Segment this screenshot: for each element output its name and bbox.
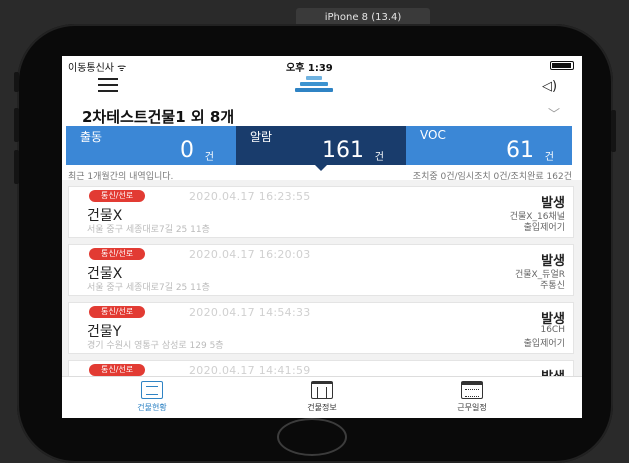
summary-voc[interactable]: VOC 61 건 [406,126,572,165]
event-type-badge: 통신/선로 [89,190,146,202]
building-icon [311,381,333,399]
event-type-badge: 통신/선로 [89,306,146,318]
summary-bar: 출동 0 건 알람 161 건 VOC 61 건 [66,126,572,171]
summary-alarm-value: 161 [322,138,364,163]
event-address: 서울 중구 세종대로7길 25 11층 [87,225,210,235]
event-card[interactable]: 통신/선로 2020.04.17 16:23:55 건물X 서울 중구 세종대로… [68,186,574,238]
event-detail: 주통신 [540,281,565,291]
tab-label: 건물현황 [137,403,167,412]
battery-icon [550,61,574,70]
event-type-badge: 통신/선로 [89,248,146,260]
home-button[interactable] [277,418,347,456]
event-state: 발생 [541,366,565,376]
tab-building-info[interactable]: 건물정보 [262,377,382,418]
summary-outing-label: 출동 [80,130,103,144]
event-date: 2020.04.17 14:54:33 [189,306,311,319]
event-card[interactable]: 통신/선로 2020.04.17 14:41:59 발생 [68,360,574,376]
event-date: 2020.04.17 16:20:03 [189,248,311,261]
event-type-badge: 통신/선로 [89,364,146,376]
summary-outing[interactable]: 출동 0 건 [66,126,236,165]
event-date: 2020.04.17 14:41:59 [189,364,311,376]
event-card[interactable]: 통신/선로 2020.04.17 16:20:03 건물X 서울 중구 세종대로… [68,244,574,296]
event-device: 16CH [540,325,565,335]
speaker-icon[interactable]: ◁) [542,79,564,95]
tab-work-schedule[interactable]: 근무일정 [412,377,532,418]
event-address: 경기 수원시 영통구 삼성로 129 5층 [87,341,224,351]
summary-alarm-label: 알람 [250,130,273,144]
event-address: 서울 중구 세종대로7길 25 11층 [87,283,210,293]
event-card[interactable]: 통신/선로 2020.04.17 14:54:33 건물Y 경기 수원시 영통구… [68,302,574,354]
event-date: 2020.04.17 16:23:55 [189,190,311,203]
mute-switch [14,72,19,92]
status-time: 오후 1:39 [286,63,333,74]
event-detail: 출입제어기 [523,339,565,349]
app-screen: 이동통신사 ᯤ 오후 1:39 ◁) 2차테스트건물1 외 8개 ﹀ 출동 0 … [62,56,582,418]
chevron-down-icon[interactable]: ﹀ [548,105,560,122]
volume-up-button [14,108,19,142]
power-button [611,110,616,152]
carrier-label: 이동통신사 ᯤ [68,63,127,74]
volume-down-button [14,150,19,184]
building-selector[interactable]: 2차테스트건물1 외 8개 [82,106,234,127]
list-icon [141,381,163,399]
summary-voc-label: VOC [420,128,446,142]
event-detail: 출입제어기 [523,223,565,233]
summary-alarm[interactable]: 알람 161 건 [236,126,406,171]
app-header: ◁) [62,74,582,100]
tab-label: 근무일정 [457,403,487,412]
tab-building-status[interactable]: 건물현황 [92,377,212,418]
summary-voc-value: 61 [506,138,534,163]
tab-label: 건물정보 [307,403,337,412]
calendar-icon [461,381,483,399]
event-list[interactable]: 통신/선로 2020.04.17 16:23:55 건물X 서울 중구 세종대로… [62,180,582,376]
summary-outing-unit: 건 [204,152,214,163]
menu-icon[interactable] [98,78,118,93]
bottom-tab-bar: 건물현황 건물정보 근무일정 [62,376,582,418]
summary-voc-unit: 건 [544,152,554,163]
summary-alarm-unit: 건 [374,152,384,163]
status-bar: 이동통신사 ᯤ 오후 1:39 [62,56,582,74]
summary-outing-value: 0 [180,138,194,163]
app-logo [292,76,336,98]
